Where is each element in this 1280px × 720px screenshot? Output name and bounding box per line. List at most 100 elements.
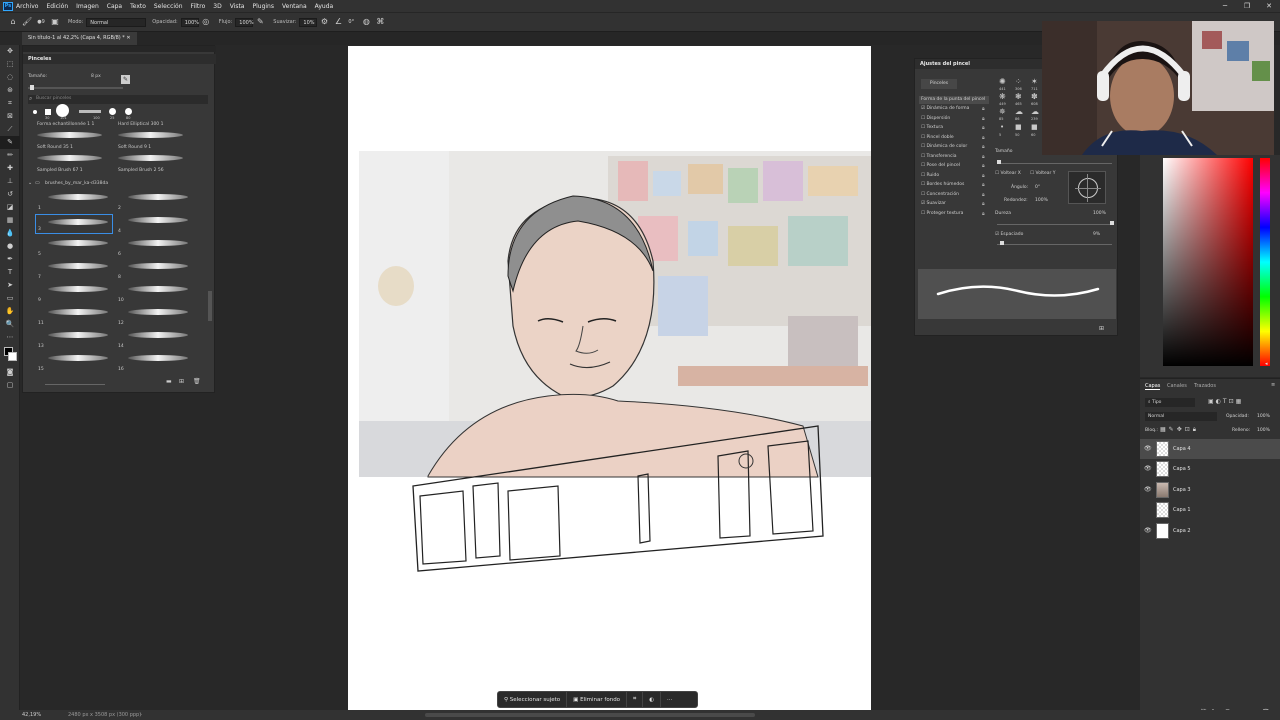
menu-seleccion[interactable]: Selección: [154, 3, 183, 10]
tab-trazados[interactable]: Trazados: [1194, 383, 1216, 389]
brush-name[interactable]: Soft Round 9 1: [118, 145, 151, 150]
smoothing-settings-icon[interactable]: ⚙: [319, 17, 329, 27]
hand-tool-icon[interactable]: ✋: [0, 305, 20, 318]
rectangle-tool-icon[interactable]: ▭: [0, 292, 20, 305]
brush-stroke-preview[interactable]: [48, 286, 108, 292]
folder-new-icon[interactable]: ▬: [166, 378, 172, 385]
tamano-slider-handle[interactable]: [997, 160, 1001, 164]
lock-icon[interactable]: 🔒︎: [982, 144, 985, 150]
blur-tool-icon[interactable]: 💧: [0, 227, 20, 240]
menu-vista[interactable]: Vista: [230, 3, 245, 10]
more-tools-icon[interactable]: ⋯: [0, 331, 20, 344]
espaciado-slider[interactable]: [997, 241, 1112, 245]
fill-value[interactable]: 100%: [1257, 428, 1270, 433]
layer-row[interactable]: 👁 Capa 4: [1140, 439, 1280, 459]
size-slider[interactable]: [28, 85, 123, 90]
angle-roundness-widget[interactable]: [1068, 171, 1106, 204]
opacidad-field[interactable]: 100%: [180, 17, 199, 27]
close-tab-icon[interactable]: ✕: [126, 35, 130, 41]
gradient-tool-icon[interactable]: ▦: [0, 214, 20, 227]
tip-icon[interactable]: ❃: [1015, 92, 1022, 101]
lock-icon[interactable]: 🔒︎: [982, 154, 985, 160]
pressure-size-icon[interactable]: ◍: [361, 17, 371, 27]
history-brush-icon[interactable]: ↺: [0, 188, 20, 201]
transform-icon[interactable]: ⌗: [627, 691, 644, 708]
type-tool-icon[interactable]: T: [0, 266, 20, 279]
size-slider-handle[interactable]: [30, 85, 34, 90]
hue-slider[interactable]: [1260, 158, 1270, 366]
brush-stroke-preview[interactable]: [48, 219, 108, 225]
brush-option-transferencia[interactable]: ☐ Transferencia: [921, 154, 957, 159]
menu-filtro[interactable]: Filtro: [191, 3, 206, 10]
preset-tip[interactable]: [33, 110, 37, 114]
adjust-icon[interactable]: ◐: [643, 691, 661, 708]
voltear-x-checkbox[interactable]: ☐ Voltear X: [995, 171, 1021, 176]
menu-archivo[interactable]: Archivo: [16, 3, 38, 10]
lasso-tool-icon[interactable]: ◌: [0, 71, 20, 84]
maximize-icon[interactable]: ❐: [1236, 0, 1258, 12]
brush-option-dinamica-color[interactable]: ☐ Dinámica de color: [921, 144, 967, 149]
opacity-value[interactable]: 100%: [1257, 414, 1270, 419]
quick-select-tool-icon[interactable]: ⊛: [0, 84, 20, 97]
document-tab[interactable]: Sin título-1 al 42,2% (Capa 4, RGB/8) * …: [22, 32, 137, 45]
create-preset-icon[interactable]: ⊞: [1099, 325, 1104, 332]
hue-slider-handle[interactable]: ◂: [1265, 361, 1268, 367]
zoom-level[interactable]: 42,19%: [22, 710, 41, 720]
crop-tool-icon[interactable]: ⌗: [0, 97, 20, 110]
brush-stroke-preview[interactable]: [48, 332, 108, 338]
new-brush-icon[interactable]: ⊞: [179, 378, 184, 385]
layer-filter-icons[interactable]: ▣◐T⊡▦: [1208, 398, 1243, 405]
espaciado-slider-handle[interactable]: [1000, 241, 1004, 245]
eyedropper-tool-icon[interactable]: ⟋: [0, 123, 20, 136]
layer-row[interactable]: 👁 Capa 2: [1140, 521, 1280, 541]
voltear-y-checkbox[interactable]: ☐ Voltear Y: [1030, 171, 1056, 176]
angle-field[interactable]: 0°: [345, 18, 359, 27]
trash-icon[interactable]: 🗑: [193, 378, 201, 385]
brush-stroke-preview[interactable]: [128, 263, 188, 269]
tip-icon[interactable]: •: [1000, 123, 1004, 131]
lock-icons[interactable]: ▦✎✥⊡🔒︎: [1160, 426, 1199, 434]
menu-edicion[interactable]: Edición: [46, 3, 68, 10]
layer-row[interactable]: 👁 Capa 3: [1140, 480, 1280, 500]
brush-stroke-preview[interactable]: [37, 155, 102, 161]
layer-filter-select[interactable]: ⌕ Tipo: [1145, 398, 1195, 407]
brush-list-scrollbar[interactable]: [208, 291, 212, 321]
lock-icon[interactable]: 🔒︎: [982, 116, 985, 122]
pressure-opacity-icon[interactable]: ◎: [201, 17, 211, 27]
lock-icon[interactable]: 🔒︎: [982, 125, 985, 131]
layer-row[interactable]: 👁 Capa 5: [1140, 459, 1280, 479]
brush-stroke-preview[interactable]: [118, 132, 183, 138]
espaciado-value[interactable]: 9%: [1093, 232, 1100, 237]
brush-option-bordes[interactable]: ☐ Bordes húmedos: [921, 182, 964, 187]
brush-stroke-preview[interactable]: [48, 355, 108, 361]
minimize-icon[interactable]: ─: [1214, 0, 1236, 12]
brush-search-input[interactable]: Buscar pinceles ⌕: [28, 95, 208, 104]
brush-stroke-preview[interactable]: [128, 194, 188, 200]
brush-option-proteger[interactable]: ☐ Proteger textura: [921, 211, 963, 216]
horizontal-scrollbar[interactable]: [425, 713, 755, 717]
dureza-slider[interactable]: [997, 221, 1114, 225]
saturation-brightness-field[interactable]: [1163, 158, 1253, 366]
menu-imagen[interactable]: Imagen: [76, 3, 99, 10]
lock-icon[interactable]: 🔒︎: [982, 135, 985, 141]
brush-stroke-preview[interactable]: [128, 240, 188, 246]
brush-name[interactable]: Forma echantillonnée 1 1: [37, 122, 94, 127]
dureza-slider-handle[interactable]: [1110, 221, 1114, 225]
tip-icon[interactable]: ⁘: [1015, 77, 1022, 86]
brush-stroke-preview[interactable]: [48, 309, 108, 315]
background-color[interactable]: [8, 352, 17, 361]
flujo-field[interactable]: 100%: [235, 17, 254, 27]
brush-stroke-preview[interactable]: [128, 309, 188, 315]
preset-tip[interactable]: [45, 109, 51, 115]
brush-option-textura[interactable]: ☐ Textura: [921, 125, 943, 130]
brush-stroke-preview[interactable]: [48, 240, 108, 246]
brush-folder-name[interactable]: brushes_by_mar_ka-d338da: [45, 181, 108, 186]
airbrush-icon[interactable]: ✎: [255, 17, 265, 27]
panel-menu-icon[interactable]: ≡: [1271, 382, 1275, 388]
tip-icon[interactable]: ❋: [999, 92, 1006, 101]
brush-tool-icon[interactable]: 🖌: [22, 17, 32, 27]
menu-texto[interactable]: Texto: [130, 3, 146, 10]
brush-name[interactable]: Hard Elliptical 300 1: [118, 122, 163, 127]
thumb-size-slider[interactable]: [45, 384, 105, 385]
folder-chevron-icon[interactable]: ⌄: [28, 180, 32, 186]
